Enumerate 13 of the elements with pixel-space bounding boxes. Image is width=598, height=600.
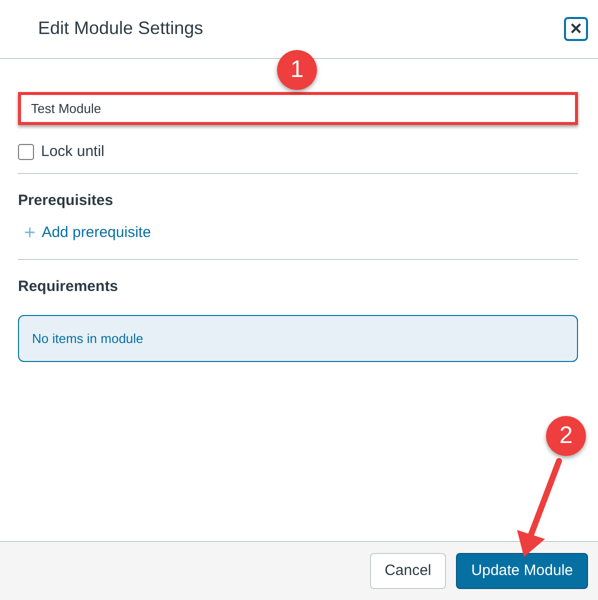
cancel-button[interactable]: Cancel xyxy=(370,553,446,589)
requirements-heading: Requirements xyxy=(18,276,120,296)
prerequisites-heading: Prerequisites xyxy=(18,190,114,210)
close-button[interactable]: × xyxy=(564,17,588,41)
dialog-title: Edit Module Settings xyxy=(38,18,204,40)
step-number-badge: 1 xyxy=(277,50,317,90)
lock-until-checkbox[interactable] xyxy=(18,144,34,160)
lock-until-label: Lock until xyxy=(41,142,104,162)
add-prerequisite-link[interactable]: + Add prerequisite xyxy=(24,222,151,244)
module-name-field[interactable]: Test Module xyxy=(18,92,578,125)
update-module-button[interactable]: Update Module xyxy=(456,553,588,589)
info-message: No items in module xyxy=(18,315,578,362)
step-number-badge: 2 xyxy=(546,416,586,456)
